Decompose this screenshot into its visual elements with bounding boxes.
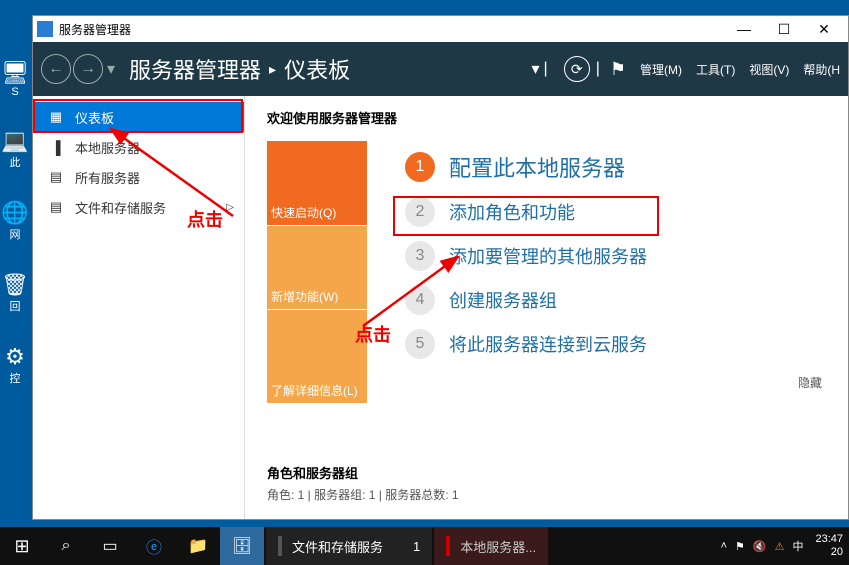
dropdown-icon[interactable]: ▾ <box>532 59 540 79</box>
quick-tiles: 快速启动(Q) 新增功能(W) 了解详细信息(L) <box>267 141 367 403</box>
step-add-roles-features[interactable]: 2 添加角色和功能 <box>405 197 826 227</box>
clock[interactable]: 23:47 20 <box>815 533 843 559</box>
window-title: 服务器管理器 <box>59 21 724 38</box>
back-button[interactable]: ← <box>41 54 71 84</box>
taskbar-app-local-server[interactable]: 本地服务器... <box>434 527 548 565</box>
taskbar: ⊞ ⌕ ▭ ⓔ 📁 🗄 文件和存储服务 1 本地服务器... ˄ ⚑ 🔇 ⚠ 中… <box>0 527 849 565</box>
dropdown-icon[interactable]: ▾ <box>107 59 115 79</box>
network-warning-icon[interactable]: ⚠ <box>775 540 785 553</box>
step-connect-cloud[interactable]: 5 将此服务器连接到云服务 <box>405 329 826 359</box>
tile-quickstart[interactable]: 快速启动(Q) <box>267 141 367 225</box>
sidebar-item-dashboard[interactable]: ▦ 仪表板 <box>33 102 244 132</box>
breadcrumb: 服务器管理器 ▸ 仪表板 <box>129 53 350 85</box>
menu-view[interactable]: 视图(V) <box>749 61 789 78</box>
minimize-button[interactable]: — <box>724 17 764 41</box>
tile-whatsnew[interactable]: 新增功能(W) <box>267 225 367 309</box>
cloud-icon: ☁ <box>753 490 781 523</box>
sidebar-item-all-servers[interactable]: ▤ 所有服务器 <box>33 162 244 192</box>
maximize-button[interactable]: ☐ <box>764 17 804 41</box>
desktop-icon[interactable]: 💻此 <box>0 128 30 170</box>
step-add-other-servers[interactable]: 3 添加要管理的其他服务器 <box>405 241 826 271</box>
titlebar: 服务器管理器 — ☐ ✕ <box>33 16 848 42</box>
start-button[interactable]: ⊞ <box>0 527 44 565</box>
desktop-icon[interactable]: 🌐网 <box>0 200 30 242</box>
system-tray: ˄ ⚑ 🔇 ⚠ 中 23:47 20 <box>717 533 849 559</box>
welcome-heading: 欢迎使用服务器管理器 <box>267 108 826 127</box>
breadcrumb-root[interactable]: 服务器管理器 <box>129 53 261 85</box>
sidebar-item-label: 本地服务器 <box>75 138 140 157</box>
app-icon <box>37 21 53 37</box>
storage-icon: ▤ <box>47 199 65 215</box>
server-icon: ▐ <box>47 140 65 155</box>
desktop-icon[interactable]: ⚙控 <box>0 344 30 386</box>
desktop-icon[interactable]: 🗑回 <box>0 272 30 314</box>
refresh-button[interactable]: ⟳ <box>564 56 590 82</box>
breadcrumb-page: 仪表板 <box>284 53 350 85</box>
desktop-icon[interactable]: 🖥S <box>0 60 30 98</box>
sidebar-item-label: 仪表板 <box>75 108 114 127</box>
main-panel: 欢迎使用服务器管理器 快速启动(Q) 新增功能(W) 了解详细信息(L) 1 配… <box>245 96 848 519</box>
notifications-icon[interactable]: ⚑ <box>610 59 626 80</box>
sidebar-item-label: 文件和存储服务 <box>75 198 166 217</box>
search-button[interactable]: ⌕ <box>44 527 88 565</box>
quick-start-steps: 1 配置此本地服务器 2 添加角色和功能 3 添加要管理的其他服务器 4 创建服… <box>367 141 826 403</box>
tile-learnmore[interactable]: 了解详细信息(L) <box>267 309 367 403</box>
server-manager-window: 服务器管理器 — ☐ ✕ ← → ▾ 服务器管理器 ▸ 仪表板 ▾ | ⟳ | … <box>32 15 849 520</box>
close-button[interactable]: ✕ <box>804 17 844 41</box>
sidebar-item-label: 所有服务器 <box>75 168 140 187</box>
roles-heading: 角色和服务器组 <box>267 463 826 482</box>
step-configure-server[interactable]: 1 配置此本地服务器 <box>405 151 826 183</box>
chevron-right-icon: ▸ <box>269 61 276 78</box>
task-view-button[interactable]: ▭ <box>88 527 132 565</box>
server-manager-task[interactable]: 🗄 <box>220 527 264 565</box>
taskbar-app-file-storage[interactable]: 文件和存储服务 1 <box>266 527 432 565</box>
tray-chevron-icon[interactable]: ˄ <box>721 540 727 552</box>
menu-help[interactable]: 帮助(H <box>803 61 840 78</box>
sidebar: ▦ 仪表板 ▐ 本地服务器 ▤ 所有服务器 ▤ 文件和存储服务 ▷ 点击 <box>33 96 245 519</box>
tray-flag-icon[interactable]: ⚑ <box>735 540 745 553</box>
watermark: ☁ 亿速云 <box>753 490 843 523</box>
servers-icon: ▤ <box>47 169 65 185</box>
sidebar-item-local-server[interactable]: ▐ 本地服务器 <box>33 132 244 162</box>
ime-indicator[interactable]: 中 <box>792 538 803 554</box>
dashboard-icon: ▦ <box>47 109 65 125</box>
hide-link[interactable]: 隐藏 <box>798 374 822 391</box>
sidebar-item-file-storage[interactable]: ▤ 文件和存储服务 ▷ <box>33 192 244 222</box>
ie-button[interactable]: ⓔ <box>132 527 176 565</box>
explorer-button[interactable]: 📁 <box>176 527 220 565</box>
volume-icon[interactable]: 🔇 <box>753 540 767 553</box>
menu-tools[interactable]: 工具(T) <box>696 61 735 78</box>
toolbar: ← → ▾ 服务器管理器 ▸ 仪表板 ▾ | ⟳ | ⚑ 管理(M) 工具(T)… <box>33 42 848 96</box>
forward-button[interactable]: → <box>73 54 103 84</box>
menu-manage[interactable]: 管理(M) <box>640 61 682 78</box>
step-create-server-group[interactable]: 4 创建服务器组 <box>405 285 826 315</box>
chevron-right-icon: ▷ <box>226 202 234 213</box>
roles-subtitle: 角色: 1 | 服务器组: 1 | 服务器总数: 1 <box>267 486 826 503</box>
